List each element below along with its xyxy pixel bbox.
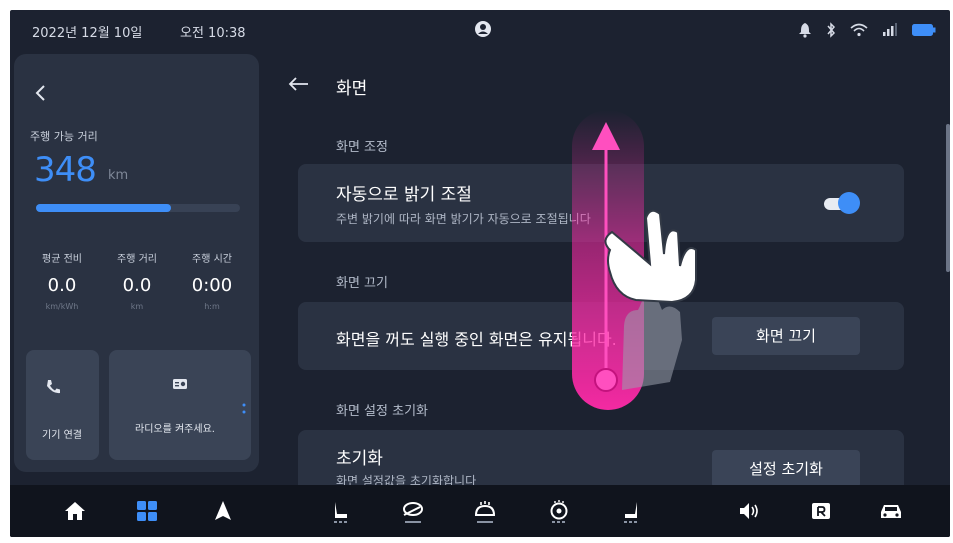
page-title: 화면	[336, 79, 368, 99]
volume-icon[interactable]	[736, 498, 762, 524]
device-connect-label: 기기 연결	[42, 430, 82, 441]
reset-settings-button[interactable]: 설정 초기화	[712, 450, 860, 488]
radio-tile[interactable]: 라디오를 켜주세요.	[109, 350, 251, 460]
screen-off-description: 화면을 꺼도 실행 중인 화면은 유지됩니다.	[336, 330, 617, 349]
range-progress-bar	[36, 204, 240, 212]
more-dots-icon[interactable]	[242, 402, 246, 416]
stat-avg-efficiency: 평균 전비 0.0 km/kWh	[26, 250, 98, 311]
stat-value: 0.0	[47, 275, 77, 296]
trip-stats: 평균 전비 0.0 km/kWh 주행 거리 0.0 km 주행 시간 0:00…	[26, 250, 248, 311]
status-time: 오전 10:38	[180, 26, 246, 41]
section-label-display-adjust: 화면 조정	[336, 140, 388, 155]
signal-icon	[883, 23, 897, 36]
auto-brightness-card[interactable]: 자동으로 밝기 조절 주변 밝기에 따라 화면 밝기가 자동으로 조절됩니다	[298, 164, 904, 242]
stat-value: 0:00	[191, 275, 233, 296]
stat-unit: h:m	[204, 302, 220, 311]
seat-passenger-icon[interactable]	[618, 498, 644, 524]
user-icon[interactable]	[474, 20, 492, 38]
auto-brightness-subtitle: 주변 밝기에 따라 화면 밝기가 자동으로 조절됩니다	[336, 212, 591, 226]
steering-heat-icon[interactable]	[546, 498, 572, 524]
section-label-reset: 화면 설정 초기화	[336, 404, 428, 419]
navigation-icon[interactable]	[210, 498, 236, 524]
toggle-knob	[838, 192, 860, 214]
radio-label: 라디오를 켜주세요.	[135, 424, 215, 435]
phone-icon	[47, 380, 60, 394]
range-unit: km	[108, 168, 129, 183]
car-icon[interactable]	[878, 498, 904, 524]
auto-brightness-toggle[interactable]	[822, 192, 860, 214]
car-display-screen: 2022년 12월 10일 오전 10:38 주행 가능 거리 348 km 평…	[10, 10, 950, 537]
section-label-screen-off: 화면 끄기	[336, 276, 388, 291]
rear-camera-icon[interactable]	[808, 498, 834, 524]
screen-off-button[interactable]: 화면 끄기	[712, 317, 860, 355]
range-value: 348	[34, 150, 97, 190]
stat-label: 주행 시간	[192, 254, 232, 265]
driving-info-panel: 주행 가능 거리 348 km 평균 전비 0.0 km/kWh 주행 거리 0…	[14, 54, 259, 472]
seat-driver-icon[interactable]	[328, 498, 354, 524]
reset-title: 초기화	[336, 449, 383, 469]
stat-label: 평균 전비	[42, 254, 82, 265]
gesture-start-point	[594, 368, 618, 392]
range-label: 주행 가능 거리	[30, 130, 98, 143]
apps-icon[interactable]	[134, 498, 160, 524]
auto-brightness-title: 자동으로 밝기 조절	[336, 185, 472, 205]
battery-icon	[912, 24, 936, 36]
wifi-icon	[850, 23, 868, 37]
stat-trip-distance: 주행 거리 0.0 km	[101, 250, 173, 311]
radio-icon	[173, 379, 187, 389]
stat-value: 0.0	[122, 275, 152, 296]
device-connect-tile[interactable]: 기기 연결	[26, 350, 99, 460]
bluetooth-icon	[827, 22, 836, 38]
stat-trip-time: 주행 시간 0:00 h:m	[176, 250, 248, 311]
stat-label: 주행 거리	[117, 254, 157, 265]
stat-unit: km/kWh	[45, 302, 79, 311]
defrost-icon[interactable]	[472, 498, 498, 524]
screen-off-card: 화면을 꺼도 실행 중인 화면은 유지됩니다. 화면 끄기	[298, 302, 904, 370]
range-progress-fill	[36, 204, 171, 212]
chevron-left-icon[interactable]	[34, 84, 48, 102]
status-bar: 2022년 12월 10일 오전 10:38	[10, 10, 950, 50]
gesture-arrow-head	[592, 122, 620, 150]
stat-unit: km	[130, 302, 144, 311]
bell-icon	[799, 23, 811, 38]
air-direction-icon[interactable]	[400, 498, 426, 524]
status-date: 2022년 12월 10일	[32, 26, 143, 41]
back-arrow-icon[interactable]	[288, 76, 310, 92]
status-icons	[798, 20, 936, 40]
bottom-dock	[10, 485, 950, 537]
scrollbar[interactable]	[946, 124, 950, 272]
home-icon[interactable]	[62, 498, 88, 524]
